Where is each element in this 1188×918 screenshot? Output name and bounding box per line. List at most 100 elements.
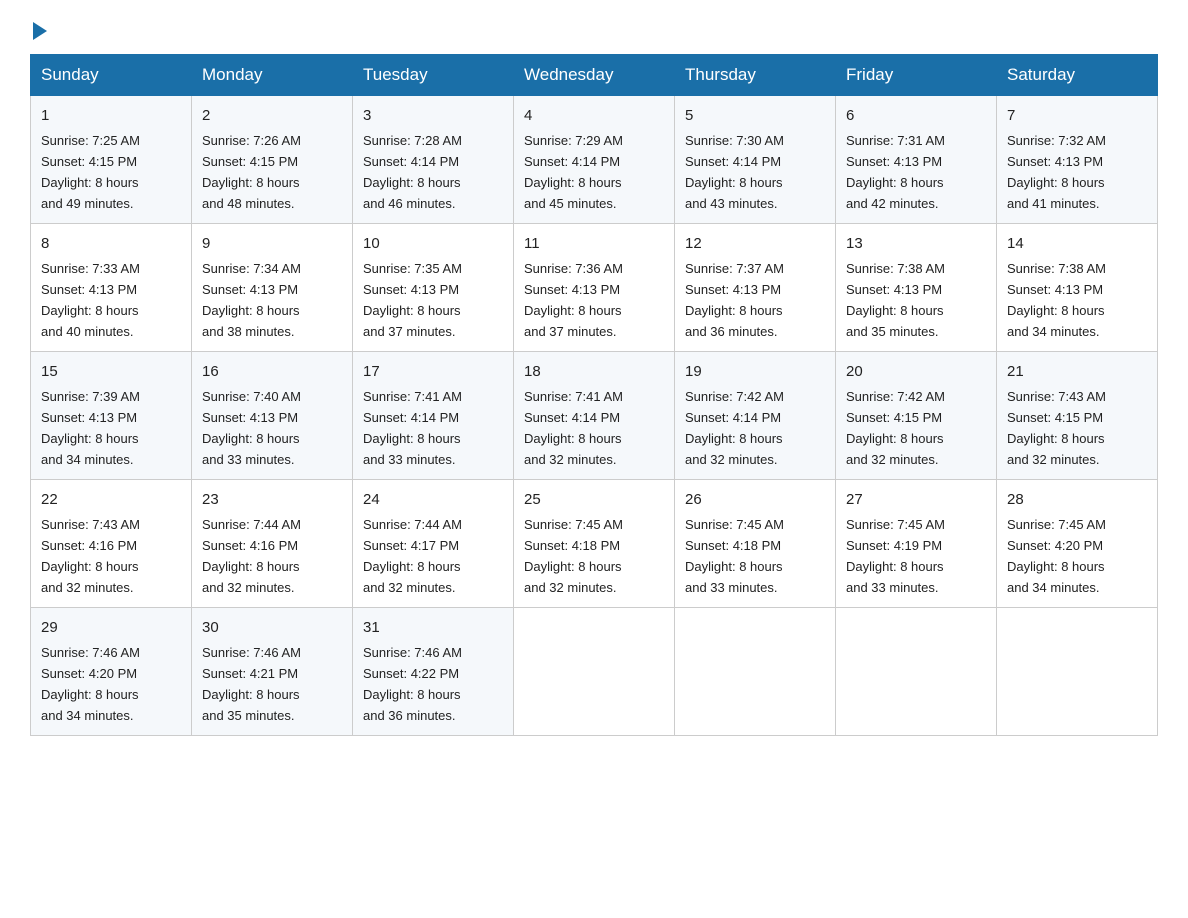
day-number: 15 (41, 360, 181, 383)
day-number: 2 (202, 104, 342, 127)
calendar-cell: 8Sunrise: 7:33 AMSunset: 4:13 PMDaylight… (31, 223, 192, 351)
day-number: 19 (685, 360, 825, 383)
calendar-cell: 1 Sunrise: 7:25 AMSunset: 4:15 PMDaylight… (31, 96, 192, 224)
calendar-cell: 14Sunrise: 7:38 AMSunset: 4:13 PMDayligh… (997, 223, 1158, 351)
logo (30, 20, 47, 36)
day-info: Sunrise: 7:46 AMSunset: 4:21 PMDaylight:… (202, 645, 301, 723)
header-friday: Friday (836, 55, 997, 96)
day-number: 18 (524, 360, 664, 383)
header-wednesday: Wednesday (514, 55, 675, 96)
calendar-week-row: 22Sunrise: 7:43 AMSunset: 4:16 PMDayligh… (31, 479, 1158, 607)
header-saturday: Saturday (997, 55, 1158, 96)
day-number: 25 (524, 488, 664, 511)
day-number: 26 (685, 488, 825, 511)
day-info: Sunrise: 7:34 AMSunset: 4:13 PMDaylight:… (202, 261, 301, 339)
day-number: 4 (524, 104, 664, 127)
day-number: 9 (202, 232, 342, 255)
calendar-cell: 7 Sunrise: 7:32 AMSunset: 4:13 PMDaylight… (997, 96, 1158, 224)
calendar-cell (514, 607, 675, 735)
day-info: Sunrise: 7:39 AMSunset: 4:13 PMDaylight:… (41, 389, 140, 467)
day-info: Sunrise: 7:46 AMSunset: 4:20 PMDaylight:… (41, 645, 140, 723)
day-info: Sunrise: 7:44 AMSunset: 4:17 PMDaylight:… (363, 517, 462, 595)
calendar-cell (675, 607, 836, 735)
day-info: Sunrise: 7:37 AMSunset: 4:13 PMDaylight:… (685, 261, 784, 339)
day-info: Sunrise: 7:28 AMSunset: 4:14 PMDaylight:… (363, 133, 462, 211)
day-number: 6 (846, 104, 986, 127)
calendar-table: SundayMondayTuesdayWednesdayThursdayFrid… (30, 54, 1158, 736)
calendar-cell: 31 Sunrise: 7:46 AMSunset: 4:22 PMDayligh… (353, 607, 514, 735)
header-tuesday: Tuesday (353, 55, 514, 96)
day-info: Sunrise: 7:32 AMSunset: 4:13 PMDaylight:… (1007, 133, 1106, 211)
calendar-cell: 5 Sunrise: 7:30 AMSunset: 4:14 PMDaylight… (675, 96, 836, 224)
day-info: Sunrise: 7:43 AMSunset: 4:15 PMDaylight:… (1007, 389, 1106, 467)
day-number: 5 (685, 104, 825, 127)
day-number: 14 (1007, 232, 1147, 255)
day-number: 28 (1007, 488, 1147, 511)
calendar-header-row: SundayMondayTuesdayWednesdayThursdayFrid… (31, 55, 1158, 96)
calendar-cell: 2 Sunrise: 7:26 AMSunset: 4:15 PMDaylight… (192, 96, 353, 224)
calendar-cell: 21 Sunrise: 7:43 AMSunset: 4:15 PMDayligh… (997, 351, 1158, 479)
day-number: 7 (1007, 104, 1147, 127)
day-number: 1 (41, 104, 181, 127)
day-info: Sunrise: 7:30 AMSunset: 4:14 PMDaylight:… (685, 133, 784, 211)
calendar-cell: 24 Sunrise: 7:44 AMSunset: 4:17 PMDayligh… (353, 479, 514, 607)
day-info: Sunrise: 7:36 AMSunset: 4:13 PMDaylight:… (524, 261, 623, 339)
calendar-cell: 27 Sunrise: 7:45 AMSunset: 4:19 PMDayligh… (836, 479, 997, 607)
day-info: Sunrise: 7:45 AMSunset: 4:18 PMDaylight:… (685, 517, 784, 595)
calendar-cell: 17 Sunrise: 7:41 AMSunset: 4:14 PMDayligh… (353, 351, 514, 479)
day-info: Sunrise: 7:25 AMSunset: 4:15 PMDaylight:… (41, 133, 140, 211)
day-number: 8 (41, 232, 181, 255)
day-info: Sunrise: 7:26 AMSunset: 4:15 PMDaylight:… (202, 133, 301, 211)
day-info: Sunrise: 7:46 AMSunset: 4:22 PMDaylight:… (363, 645, 462, 723)
calendar-week-row: 8Sunrise: 7:33 AMSunset: 4:13 PMDaylight… (31, 223, 1158, 351)
calendar-cell (997, 607, 1158, 735)
calendar-cell: 9 Sunrise: 7:34 AMSunset: 4:13 PMDaylight… (192, 223, 353, 351)
calendar-cell: 3Sunrise: 7:28 AMSunset: 4:14 PMDaylight… (353, 96, 514, 224)
calendar-cell: 4 Sunrise: 7:29 AMSunset: 4:14 PMDaylight… (514, 96, 675, 224)
day-info: Sunrise: 7:38 AMSunset: 4:13 PMDaylight:… (846, 261, 945, 339)
day-info: Sunrise: 7:40 AMSunset: 4:13 PMDaylight:… (202, 389, 301, 467)
day-number: 10 (363, 232, 503, 255)
logo-arrow-icon (33, 22, 47, 40)
day-number: 27 (846, 488, 986, 511)
day-info: Sunrise: 7:41 AMSunset: 4:14 PMDaylight:… (363, 389, 462, 467)
day-number: 21 (1007, 360, 1147, 383)
header-monday: Monday (192, 55, 353, 96)
calendar-cell: 11 Sunrise: 7:36 AMSunset: 4:13 PMDayligh… (514, 223, 675, 351)
day-info: Sunrise: 7:31 AMSunset: 4:13 PMDaylight:… (846, 133, 945, 211)
header-sunday: Sunday (31, 55, 192, 96)
day-info: Sunrise: 7:42 AMSunset: 4:14 PMDaylight:… (685, 389, 784, 467)
calendar-week-row: 1 Sunrise: 7:25 AMSunset: 4:15 PMDaylight… (31, 96, 1158, 224)
day-info: Sunrise: 7:29 AMSunset: 4:14 PMDaylight:… (524, 133, 623, 211)
calendar-cell: 23 Sunrise: 7:44 AMSunset: 4:16 PMDayligh… (192, 479, 353, 607)
calendar-cell: 29 Sunrise: 7:46 AMSunset: 4:20 PMDayligh… (31, 607, 192, 735)
calendar-cell: 18Sunrise: 7:41 AMSunset: 4:14 PMDayligh… (514, 351, 675, 479)
calendar-cell: 28Sunrise: 7:45 AMSunset: 4:20 PMDayligh… (997, 479, 1158, 607)
calendar-cell: 22Sunrise: 7:43 AMSunset: 4:16 PMDayligh… (31, 479, 192, 607)
calendar-cell: 13 Sunrise: 7:38 AMSunset: 4:13 PMDayligh… (836, 223, 997, 351)
day-number: 24 (363, 488, 503, 511)
day-info: Sunrise: 7:44 AMSunset: 4:16 PMDaylight:… (202, 517, 301, 595)
day-number: 12 (685, 232, 825, 255)
calendar-cell: 10Sunrise: 7:35 AMSunset: 4:13 PMDayligh… (353, 223, 514, 351)
day-number: 29 (41, 616, 181, 639)
header-thursday: Thursday (675, 55, 836, 96)
calendar-week-row: 15 Sunrise: 7:39 AMSunset: 4:13 PMDayligh… (31, 351, 1158, 479)
day-info: Sunrise: 7:42 AMSunset: 4:15 PMDaylight:… (846, 389, 945, 467)
day-number: 20 (846, 360, 986, 383)
day-number: 13 (846, 232, 986, 255)
day-number: 17 (363, 360, 503, 383)
day-number: 16 (202, 360, 342, 383)
day-number: 23 (202, 488, 342, 511)
day-number: 22 (41, 488, 181, 511)
calendar-cell: 20 Sunrise: 7:42 AMSunset: 4:15 PMDayligh… (836, 351, 997, 479)
calendar-cell: 19 Sunrise: 7:42 AMSunset: 4:14 PMDayligh… (675, 351, 836, 479)
day-info: Sunrise: 7:45 AMSunset: 4:19 PMDaylight:… (846, 517, 945, 595)
calendar-week-row: 29 Sunrise: 7:46 AMSunset: 4:20 PMDayligh… (31, 607, 1158, 735)
calendar-cell: 12 Sunrise: 7:37 AMSunset: 4:13 PMDayligh… (675, 223, 836, 351)
day-number: 31 (363, 616, 503, 639)
calendar-cell: 25Sunrise: 7:45 AMSunset: 4:18 PMDayligh… (514, 479, 675, 607)
calendar-cell: 26 Sunrise: 7:45 AMSunset: 4:18 PMDayligh… (675, 479, 836, 607)
day-number: 11 (524, 232, 664, 255)
calendar-cell: 30Sunrise: 7:46 AMSunset: 4:21 PMDayligh… (192, 607, 353, 735)
